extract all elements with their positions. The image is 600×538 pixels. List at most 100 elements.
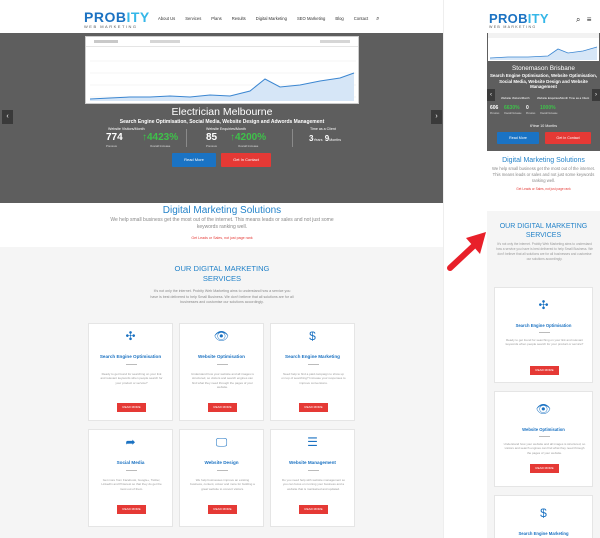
- stat-after-caption: Overall Increase: [540, 112, 558, 115]
- stat-after-caption: Overall Increase: [504, 112, 522, 115]
- read-more-button[interactable]: READ MORE: [208, 505, 237, 514]
- nav-item-digital-marketing[interactable]: Digital Marketing: [256, 16, 287, 23]
- nav-item-contact[interactable]: Contact: [354, 16, 368, 23]
- read-more-button[interactable]: READ MORE: [299, 403, 328, 412]
- search-icon[interactable]: ⌕: [576, 15, 580, 24]
- read-more-button[interactable]: Read More: [172, 153, 216, 167]
- read-more-button[interactable]: READ MORE: [117, 403, 146, 412]
- stat-time-value: 3Years 9Months: [309, 134, 341, 143]
- hero-subtitle: Search Engine Optimisation, Social Media…: [119, 119, 325, 125]
- stat-after-value: ↑4423%: [142, 132, 179, 143]
- digital-marketing-section: Digital Marketing Solutions We help smal…: [487, 151, 600, 211]
- stat-label: Website Visitors/Month: [501, 96, 530, 100]
- read-more-button[interactable]: READ MORE: [117, 505, 146, 514]
- stat-after-number: 4200%: [235, 132, 267, 143]
- nav-item-blog[interactable]: Blog: [335, 16, 343, 23]
- analytics-toolbar: [86, 37, 358, 47]
- leads-link[interactable]: Get Leads or Sales, not just page rank: [0, 236, 443, 240]
- logo-text-accent: ITY: [527, 11, 549, 26]
- hamburger-menu-icon[interactable]: ≡: [587, 15, 592, 24]
- section-title: Digital Marketing Solutions: [162, 205, 282, 216]
- nav-item-plans[interactable]: Plans: [211, 16, 221, 23]
- stat-before-value: 0: [526, 105, 529, 111]
- service-card: $ Search Engine Marketing: [494, 495, 593, 538]
- nav-item-seo-marketing[interactable]: SEO Marketing: [297, 16, 325, 23]
- stat-before-caption: Previous: [106, 144, 117, 148]
- read-more-button[interactable]: READ MORE: [530, 366, 559, 375]
- service-description: Ready to get found for searching on your…: [100, 372, 163, 385]
- service-card: 🖵 Website Design We help businesses impr…: [179, 429, 264, 527]
- service-title: Website Optimisation: [522, 427, 565, 432]
- slider-prev-arrow-icon[interactable]: ‹: [487, 89, 495, 101]
- slider-prev-arrow-icon[interactable]: ‹: [2, 110, 13, 124]
- stat-before-value: 774: [106, 132, 123, 143]
- brand-logo[interactable]: PROBITY WEB MARKETING: [84, 10, 154, 30]
- hero-slider: Electrician Melbourne Search Engine Opti…: [0, 33, 443, 203]
- hero-title: Electrician Melbourne: [171, 106, 273, 118]
- hero-title: Stonemason Brisbane: [512, 65, 575, 72]
- stat-years-unit: Years: [313, 138, 323, 142]
- red-arrow-icon: [447, 232, 486, 271]
- divider: [308, 470, 319, 471]
- stat-before-value: 606: [490, 105, 499, 111]
- service-title: Search Engine Marketing: [518, 531, 569, 536]
- stat-after-value: ↑4200%: [230, 132, 267, 143]
- stat-after-value: 6630%: [504, 105, 520, 111]
- service-title: Search Engine Marketing: [285, 354, 340, 359]
- service-card: ➦ Social Media Get more from Facebook, G…: [88, 429, 173, 527]
- logo-text-main: PROB: [84, 9, 127, 25]
- desktop-header: PROBITY WEB MARKETING About Us Services …: [0, 0, 443, 33]
- read-more-button[interactable]: READ MORE: [208, 403, 237, 412]
- slider-next-arrow-icon[interactable]: ›: [592, 89, 600, 101]
- slider-next-arrow-icon[interactable]: ›: [431, 110, 442, 124]
- service-card: ✣ Search Engine Optimisation Ready to ge…: [88, 323, 173, 421]
- read-more-button[interactable]: READ MORE: [530, 464, 559, 473]
- stat-before-caption: Previous: [490, 112, 500, 115]
- brand-logo[interactable]: PROBITY WEB MARKETING: [489, 12, 549, 30]
- eye-icon: 👁: [213, 329, 230, 343]
- share-icon: ➦: [125, 435, 136, 449]
- service-card: ✣ Search Engine Optimisation Ready to ge…: [494, 287, 593, 383]
- search-icon[interactable]: ⌕: [376, 16, 379, 23]
- nav-item-about[interactable]: About Us: [158, 16, 175, 23]
- mobile-view: PROBITY WEB MARKETING ⌕ ≡ Stonemason Bri…: [487, 0, 600, 538]
- read-more-button[interactable]: Read More: [497, 132, 539, 144]
- hero-subtitle: Search Engine Optimisation, Website Opti…: [489, 73, 598, 90]
- service-title: Website Management: [289, 460, 336, 465]
- mobile-header-icons: ⌕ ≡: [576, 15, 591, 25]
- stat-after-value: 1000%: [540, 105, 556, 111]
- divider: [539, 436, 550, 437]
- services-intro: It's not only the internet. Probity Web …: [496, 242, 593, 261]
- service-title: Search Engine Optimisation: [99, 354, 162, 359]
- monitor-icon: 🖵: [215, 435, 228, 449]
- mobile-hero-slider: Stonemason Brisbane Search Engine Optimi…: [487, 33, 600, 151]
- get-in-contact-button[interactable]: Get In Contact: [545, 132, 591, 144]
- dollar-icon: $: [540, 506, 547, 520]
- services-section: OUR DIGITAL MARKETING SERVICES It's not …: [0, 247, 443, 538]
- leads-link[interactable]: Get Leads or Sales, not just page rank: [487, 187, 600, 191]
- logo-text-main: PROB: [489, 11, 528, 26]
- services-heading: OUR DIGITAL MARKETING SERVICES: [499, 223, 588, 239]
- comparison-canvas: PROBITY WEB MARKETING About Us Services …: [0, 0, 600, 538]
- stat-divider: [186, 129, 187, 147]
- service-card: 👁 Website Optimisation Understand how yo…: [494, 391, 593, 487]
- divider: [217, 470, 228, 471]
- read-more-button[interactable]: READ MORE: [299, 505, 328, 514]
- service-description: Understand how your website and all imag…: [191, 372, 254, 390]
- crosshair-icon: ✣: [125, 329, 136, 343]
- divider: [126, 470, 137, 471]
- nav-item-results[interactable]: Results: [232, 16, 246, 23]
- main-nav: About Us Services Plans Results Digital …: [158, 16, 390, 23]
- get-in-contact-button[interactable]: Get In Contact: [221, 153, 271, 167]
- stat-before-caption: Previous: [526, 112, 536, 115]
- nav-item-services[interactable]: Services: [185, 16, 201, 23]
- results-stats: Website Visitors/Month 774 Previous ↑442…: [98, 127, 358, 148]
- service-description: Understand how your website and all imag…: [503, 442, 586, 455]
- stat-divider: [292, 129, 293, 147]
- service-description: Do you need help with website management…: [281, 478, 346, 491]
- service-card: $ Search Engine Marketing Need help to f…: [270, 323, 355, 421]
- dollar-icon: $: [309, 329, 316, 343]
- eye-icon: 👁: [535, 402, 552, 416]
- mobile-header: PROBITY WEB MARKETING ⌕ ≡: [487, 0, 600, 33]
- stat-before-caption: Previous: [206, 144, 217, 148]
